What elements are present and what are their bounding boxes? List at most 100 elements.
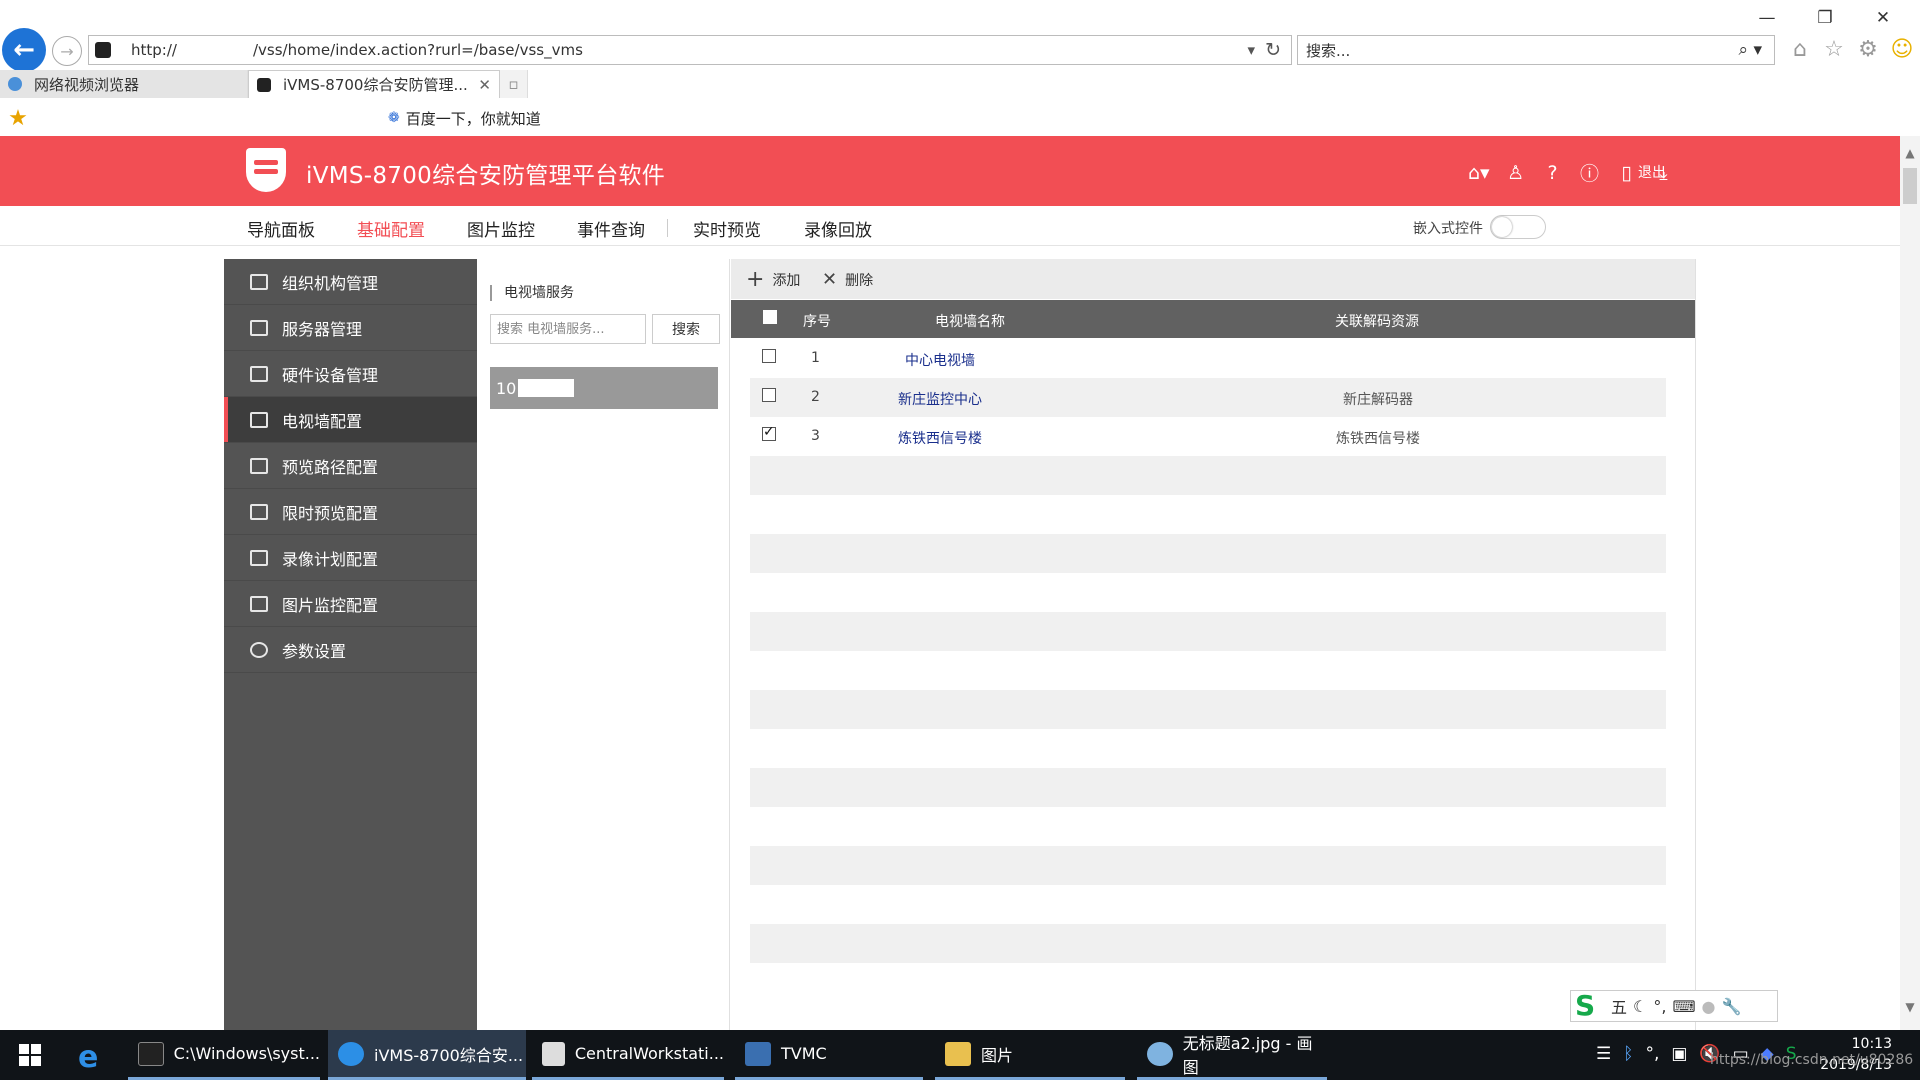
sidebar-item-server[interactable]: 服务器管理: [224, 305, 477, 351]
app-header: iVMS-8700综合安防管理平台软件 ⌂▾ ♙ ? ⓘ ▯ ⤓ 退出: [0, 136, 1900, 206]
row-checkbox[interactable]: [762, 424, 776, 441]
tvwall-table-body: 1 中心电视墙 2 新庄监控中心 新庄解码器 3 炼铁西信号楼 炼铁西信号楼: [750, 339, 1666, 963]
tvwall-name-link[interactable]: 新庄监控中心: [898, 389, 982, 409]
search-icon[interactable]: ⌕ ▾: [1739, 40, 1762, 60]
embed-control-toggle[interactable]: [1490, 215, 1546, 239]
taskbar-item-centralworkstation[interactable]: CentralWorkstati...: [532, 1030, 724, 1080]
sidebar-item-params[interactable]: 参数设置: [224, 627, 477, 673]
keyboard-icon[interactable]: ⌨: [1672, 997, 1695, 1016]
taskbar-item-cmd[interactable]: C:\Windows\syst...: [128, 1030, 320, 1080]
half-width-moon-icon[interactable]: ☾: [1633, 997, 1647, 1016]
ime-mode[interactable]: 五: [1611, 994, 1627, 1018]
logout-link[interactable]: 退出: [1638, 162, 1666, 182]
menu-live-preview[interactable]: 实时预览: [693, 216, 761, 241]
empty-row: [750, 651, 1666, 690]
windows-taskbar: e C:\Windows\syst... iVMS-8700综合安... Cen…: [0, 1030, 1920, 1080]
arrow-right-icon: →: [60, 41, 74, 61]
sidebar-item-picture-monitor[interactable]: 图片监控配置: [224, 581, 477, 627]
edge-icon[interactable]: e: [78, 1040, 98, 1075]
taskbar-item-paint[interactable]: 无标题a2.jpg - 画图: [1137, 1030, 1327, 1080]
home-icon[interactable]: ⌂▾: [1468, 162, 1490, 184]
taskbar-item-tvmc[interactable]: TVMC: [735, 1030, 923, 1080]
sidebar-item-record-plan[interactable]: 录像计划配置: [224, 535, 477, 581]
restore-button[interactable]: ❐: [1796, 4, 1854, 32]
table-row[interactable]: 2 新庄监控中心 新庄解码器: [750, 378, 1666, 417]
menu-playback[interactable]: 录像回放: [804, 216, 872, 241]
info-icon[interactable]: ⓘ: [1579, 159, 1600, 186]
favorite-link-baidu[interactable]: ❁ 百度一下，你就知道: [388, 108, 541, 129]
scroll-down-icon[interactable]: ▼: [1902, 1000, 1918, 1020]
add-label: 添加: [772, 273, 801, 289]
home-icon[interactable]: ⌂: [1788, 36, 1812, 62]
favorites-star-icon[interactable]: ☆: [1822, 36, 1846, 62]
user-icon[interactable]: ♙: [1505, 162, 1526, 184]
row-checkbox[interactable]: [762, 388, 776, 402]
tab-ivms[interactable]: iVMS-8700综合安防管理... ✕: [248, 70, 500, 98]
sidebar-item-label: 限时预览配置: [282, 503, 379, 523]
menu-event-query[interactable]: 事件查询: [577, 216, 645, 241]
new-tab-button[interactable]: ▫: [500, 70, 528, 98]
tab-network-video-browser[interactable]: 网络视频浏览器: [0, 70, 248, 98]
taskbar-item-ie[interactable]: iVMS-8700综合安...: [328, 1030, 526, 1080]
sidebar-item-preview-path[interactable]: 预览路径配置: [224, 443, 477, 489]
tvwall-name-link[interactable]: 炼铁西信号楼: [898, 428, 982, 448]
tvwall-service-item[interactable]: 10: [490, 367, 718, 409]
tab-label: 网络视频浏览器: [34, 75, 140, 94]
tvwall-search-input[interactable]: [490, 314, 646, 344]
settings-gear-icon[interactable]: ⚙: [1856, 36, 1880, 62]
menu-nav-panel[interactable]: 导航面板: [247, 216, 315, 241]
add-favorite-icon[interactable]: ★: [0, 102, 36, 134]
sidebar-item-timed-preview[interactable]: 限时预览配置: [224, 489, 477, 535]
close-tab-icon[interactable]: ✕: [478, 76, 491, 94]
wrench-icon[interactable]: 🔧: [1722, 997, 1742, 1016]
minimize-button[interactable]: —: [1738, 4, 1796, 32]
feedback-smiley-icon[interactable]: ☺: [1890, 36, 1914, 62]
redacted-block: [518, 379, 575, 397]
sogou-logo-icon[interactable]: S: [1575, 992, 1605, 1020]
hikvision-icon: [542, 1041, 565, 1066]
row-index: 2: [811, 389, 820, 405]
row-checkbox[interactable]: [762, 349, 776, 363]
taskbar-item-label: C:\Windows\syst...: [173, 1044, 320, 1063]
menu-picture-monitor[interactable]: 图片监控: [467, 216, 535, 241]
bluetooth-icon[interactable]: ᛒ: [1623, 1044, 1633, 1064]
bookmark-icon[interactable]: ▯: [1616, 162, 1637, 184]
sidebar-item-org[interactable]: 组织机构管理: [224, 259, 477, 305]
baidu-paw-icon: ❁: [388, 110, 400, 126]
sidebar-item-hardware[interactable]: 硬件设备管理: [224, 351, 477, 397]
empty-row: [750, 885, 1666, 924]
row-index: 3: [811, 428, 820, 444]
site-icon: [257, 77, 271, 92]
tvwall-name-link[interactable]: 中心电视墙: [905, 350, 975, 370]
table-row[interactable]: 1 中心电视墙: [750, 339, 1666, 378]
ie-icon: [8, 77, 22, 91]
delete-button[interactable]: ✕ 删除: [822, 270, 873, 290]
page-scrollbar[interactable]: ▲ ▼: [1900, 136, 1920, 1030]
address-dropdown-icon[interactable]: ▾: [1248, 41, 1256, 59]
display-icon[interactable]: ▣: [1671, 1044, 1687, 1064]
tvwall-search-button[interactable]: 搜索: [652, 314, 720, 344]
table-row[interactable]: 3 炼铁西信号楼 炼铁西信号楼: [750, 417, 1666, 456]
close-window-button[interactable]: ✕: [1854, 4, 1912, 32]
network-icon[interactable]: ☰: [1596, 1044, 1611, 1064]
scroll-thumb[interactable]: [1903, 168, 1917, 204]
forward-button[interactable]: →: [52, 36, 82, 66]
sidebar-item-tvwall[interactable]: 电视墙配置: [224, 397, 477, 443]
address-bar[interactable]: http:// /vss/home/index.action?rurl=/bas…: [88, 35, 1292, 65]
ime-tray-icon[interactable]: °,: [1645, 1044, 1659, 1064]
config-sidebar: 组织机构管理 服务器管理 硬件设备管理 电视墙配置 预览路径配置 限时预览配置 …: [224, 259, 477, 1030]
browser-search-box[interactable]: 搜索... ⌕ ▾: [1297, 35, 1775, 65]
start-button[interactable]: [0, 1030, 60, 1080]
add-button[interactable]: + 添加: [746, 269, 801, 291]
select-all-checkbox[interactable]: [763, 310, 777, 324]
favorite-link-label: 百度一下，你就知道: [405, 109, 541, 128]
menu-basic-config[interactable]: 基础配置: [357, 216, 425, 241]
back-button[interactable]: ←: [2, 28, 46, 72]
punctuation-icon[interactable]: °,: [1653, 997, 1666, 1016]
refresh-icon[interactable]: ↻: [1265, 39, 1281, 61]
taskbar-item-pictures[interactable]: 图片: [935, 1030, 1125, 1080]
app-logo: [246, 148, 286, 192]
scroll-up-icon[interactable]: ▲: [1902, 146, 1918, 166]
user-avatar-icon[interactable]: ●: [1702, 997, 1716, 1016]
help-icon[interactable]: ?: [1542, 162, 1563, 184]
